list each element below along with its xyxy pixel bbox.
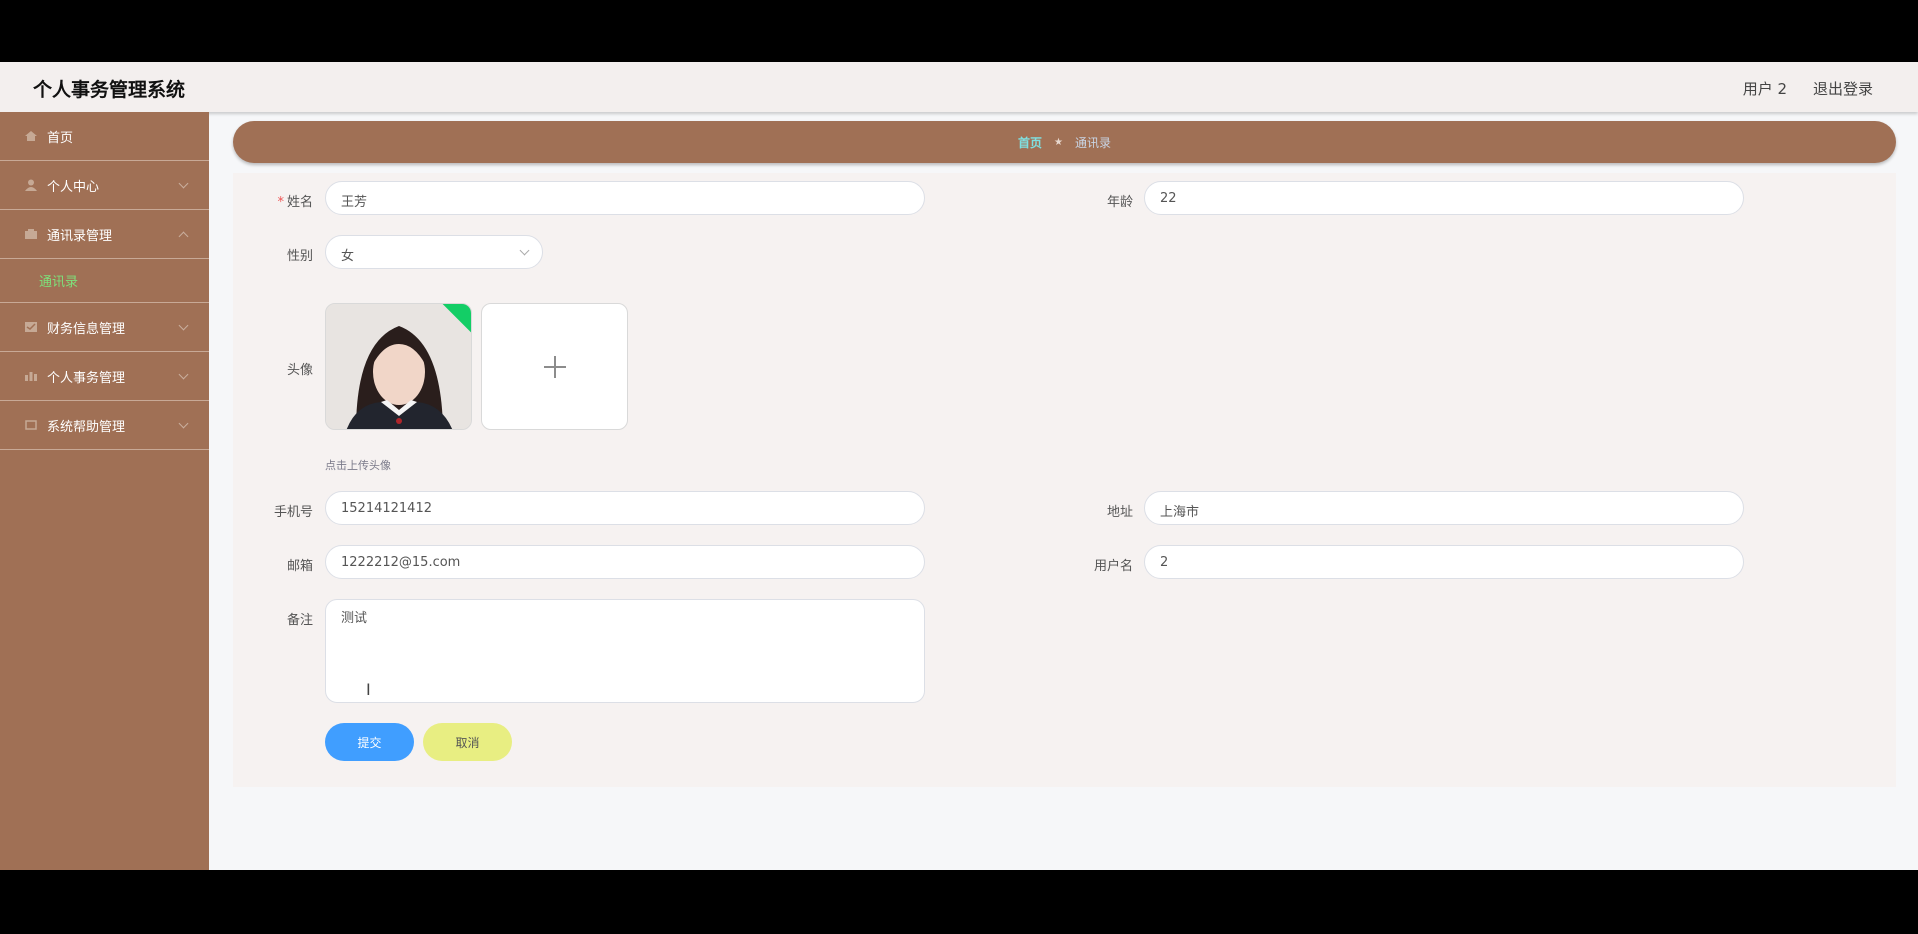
sidebar-subitem-contacts[interactable]: 通讯录 [0, 259, 209, 303]
name-input[interactable]: 王芳 [325, 181, 925, 215]
logout-link[interactable]: 退出登录 [1813, 78, 1873, 99]
contact-form: * 姓名 王芳 年龄 22 性别 女 头像 点击上传头像 手机号 1521412… [233, 173, 1896, 787]
sidebar-item-label: 首页 [47, 130, 74, 146]
sidebar-item-home[interactable]: 首页 [0, 112, 209, 161]
sidebar-item-label: 系统帮助管理 [47, 419, 126, 435]
sidebar-item-personal-center[interactable]: 个人中心 [0, 161, 209, 210]
remark-label: 备注 [286, 613, 313, 628]
avatar-image[interactable] [325, 303, 472, 430]
chart-icon [25, 372, 37, 381]
breadcrumb: 首页 ★ 通讯录 [233, 121, 1896, 163]
chevron-down-icon [178, 369, 189, 380]
age-label: 年龄 [1106, 195, 1133, 210]
username-label: 用户名 [1093, 559, 1133, 574]
top-header: 个人事务管理系统 用户 2 退出登录 [0, 62, 1918, 112]
chevron-up-icon [178, 231, 189, 242]
app-title: 个人事务管理系统 [33, 79, 186, 101]
avatar-upload-button[interactable] [481, 303, 628, 430]
phone-label: 手机号 [273, 505, 313, 520]
remark-text: 测试 [341, 611, 368, 626]
name-label: * 姓名 [277, 195, 313, 210]
sidebar-item-label: 个人事务管理 [47, 370, 126, 386]
avatar-upload-hint: 点击上传头像 [325, 459, 391, 472]
chevron-down-icon [178, 418, 189, 429]
sidebar: 首页 个人中心 通讯录管理 通讯录 财务信息管理 个人事务管理 系统帮助管理 [0, 112, 209, 870]
contacts-icon [25, 229, 37, 239]
finance-icon [25, 322, 37, 332]
breadcrumb-current: 通讯录 [1074, 135, 1111, 150]
sidebar-item-personal-affairs[interactable]: 个人事务管理 [0, 352, 209, 401]
chevron-down-icon [519, 245, 530, 256]
text-cursor-icon: I [366, 680, 371, 699]
breadcrumb-home-link[interactable]: 首页 [1018, 134, 1042, 151]
email-label: 邮箱 [286, 559, 313, 574]
sidebar-item-contacts-management[interactable]: 通讯录管理 [0, 210, 209, 259]
home-icon [25, 131, 37, 141]
avatar-label: 头像 [286, 363, 313, 378]
app-window: 个人事务管理系统 用户 2 退出登录 首页 个人中心 通讯录管理 通讯录 财务信… [0, 62, 1918, 870]
gender-label: 性别 [286, 249, 313, 264]
remark-textarea[interactable]: 测试 I [325, 599, 925, 703]
chevron-down-icon [178, 178, 189, 189]
phone-input[interactable]: 15214121412 [325, 491, 925, 525]
address-input[interactable]: 上海市 [1144, 491, 1744, 525]
user-icon [25, 179, 37, 191]
breadcrumb-separator-icon: ★ [1054, 136, 1063, 148]
gender-select-value: 女 [341, 249, 355, 264]
required-mark: * [277, 195, 284, 210]
sidebar-item-label: 财务信息管理 [47, 321, 126, 337]
plus-icon-vertical [554, 356, 556, 378]
avatar-photo [326, 304, 471, 429]
sidebar-item-label: 通讯录管理 [47, 228, 113, 244]
address-label: 地址 [1106, 505, 1133, 520]
sidebar-item-finance-management[interactable]: 财务信息管理 [0, 303, 209, 352]
age-input[interactable]: 22 [1144, 181, 1744, 215]
help-icon [25, 420, 37, 430]
email-input[interactable]: 1222212@15.com [325, 545, 925, 579]
current-user-label: 用户 2 [1742, 80, 1787, 98]
sidebar-item-label: 个人中心 [47, 179, 100, 195]
chevron-down-icon [178, 320, 189, 331]
sidebar-item-system-help[interactable]: 系统帮助管理 [0, 401, 209, 450]
gender-select[interactable]: 女 [325, 235, 543, 269]
username-input[interactable]: 2 [1144, 545, 1744, 579]
submit-button[interactable]: 提交 [325, 723, 414, 761]
cancel-button[interactable]: 取消 [423, 723, 512, 761]
